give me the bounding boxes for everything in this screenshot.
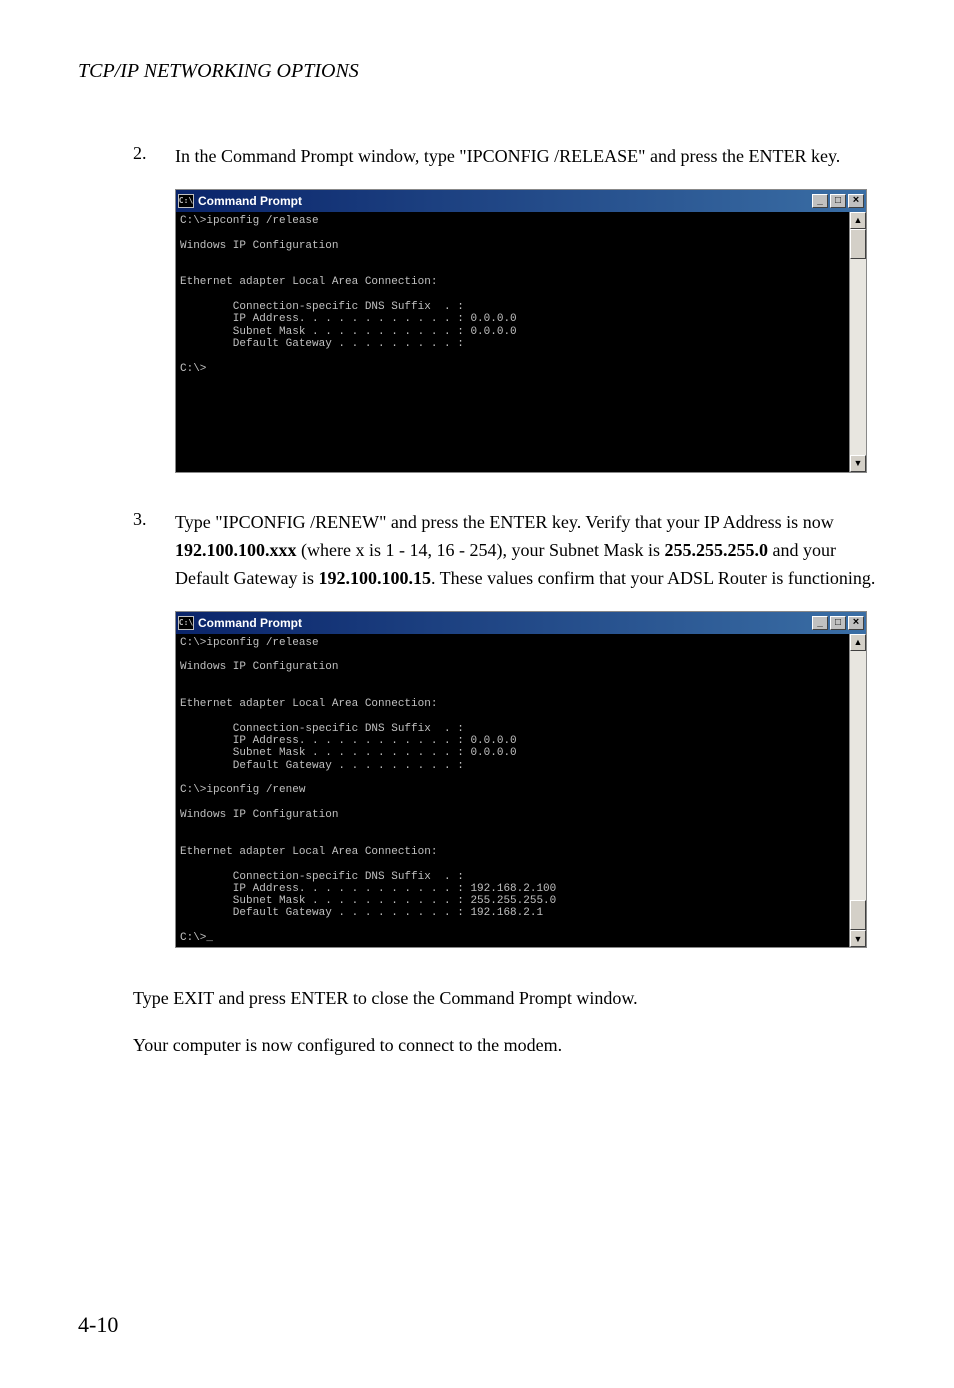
page-header: TCP/IP NETWORKING OPTIONS [78, 60, 876, 83]
step-3-text: Type "IPCONFIG /RENEW" and press the ENT… [175, 509, 876, 593]
exit-paragraph: Type EXIT and press ENTER to close the C… [133, 984, 876, 1013]
step-2-number: 2. [133, 143, 175, 171]
command-prompt-window-1: C:\ Command Prompt _ □ × C:\>ipconfig /r… [175, 189, 867, 473]
window-controls-2: _ □ × [812, 616, 864, 630]
header-part3: O [272, 60, 291, 82]
window-controls-1: _ □ × [812, 194, 864, 208]
scroll-thumb[interactable] [850, 900, 866, 930]
scroll-track[interactable] [850, 651, 866, 901]
close-button[interactable]: × [848, 194, 864, 208]
minimize-button[interactable]: _ [812, 194, 828, 208]
minimize-button[interactable]: _ [812, 616, 828, 630]
titlebar-2: C:\ Command Prompt _ □ × [176, 612, 866, 634]
header-part4: PTIONS [291, 60, 359, 82]
step-2-text: In the Command Prompt window, type "IPCO… [175, 143, 840, 171]
step3-mask: 255.255.255.0 [664, 540, 768, 560]
step3-a: Type "IPCONFIG /RENEW" and press the ENT… [175, 512, 834, 532]
header-part1: TCP/IP N [78, 60, 157, 82]
done-paragraph: Your computer is now configured to conne… [133, 1031, 876, 1060]
page-number: 4-10 [78, 1312, 118, 1338]
header-part2: ETWORKING [157, 60, 271, 82]
titlebar-1: C:\ Command Prompt _ □ × [176, 190, 866, 212]
cmd-icon: C:\ [178, 616, 194, 630]
maximize-button[interactable]: □ [830, 616, 846, 630]
step-2: 2. In the Command Prompt window, type "I… [133, 143, 876, 171]
scroll-track[interactable] [850, 259, 866, 455]
step3-gw: 192.100.100.15 [318, 568, 431, 588]
cmd-icon: C:\ [178, 194, 194, 208]
step3-d: . These values confirm that your ADSL Ro… [431, 568, 875, 588]
titlebar-title-1: Command Prompt [198, 194, 812, 208]
scroll-up-button[interactable]: ▲ [850, 212, 866, 229]
step-3: 3. Type "IPCONFIG /RENEW" and press the … [133, 509, 876, 593]
scrollbar-1[interactable]: ▲ ▼ [849, 212, 866, 472]
step3-ip: 192.100.100.xxx [175, 540, 297, 560]
close-button[interactable]: × [848, 616, 864, 630]
scroll-thumb[interactable] [850, 229, 866, 259]
scroll-down-button[interactable]: ▼ [850, 455, 866, 472]
scrollbar-2[interactable]: ▲ ▼ [849, 634, 866, 948]
step-3-number: 3. [133, 509, 175, 593]
titlebar-title-2: Command Prompt [198, 616, 812, 630]
scroll-down-button[interactable]: ▼ [850, 930, 866, 947]
step3-b: (where x is 1 - 14, 16 - 254), your Subn… [297, 540, 665, 560]
command-prompt-window-2: C:\ Command Prompt _ □ × C:\>ipconfig /r… [175, 611, 867, 949]
scroll-up-button[interactable]: ▲ [850, 634, 866, 651]
cmd-output-2: C:\>ipconfig /release Windows IP Configu… [176, 634, 849, 948]
cmd-output-1: C:\>ipconfig /release Windows IP Configu… [176, 212, 849, 472]
maximize-button[interactable]: □ [830, 194, 846, 208]
